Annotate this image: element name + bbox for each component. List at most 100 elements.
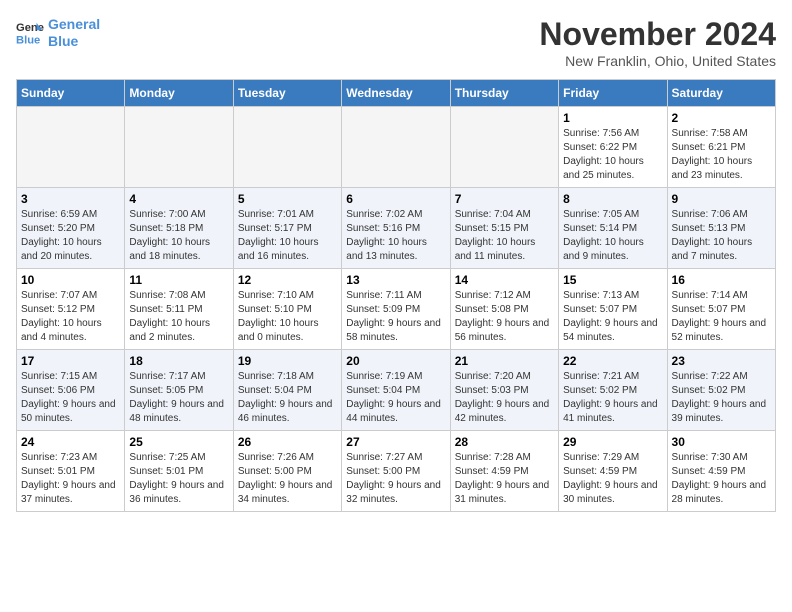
calendar-cell: 24Sunrise: 7:23 AM Sunset: 5:01 PM Dayli… <box>17 431 125 512</box>
day-detail: Sunrise: 7:27 AM Sunset: 5:00 PM Dayligh… <box>346 451 445 507</box>
calendar-cell: 12 Sunrise: 7:10 AM Sunset: 5:10 PM Dayli… <box>233 269 341 350</box>
calendar-cell: 13 Sunrise: 7:11 AM Sunset: 5:09 PM Dayli… <box>342 269 450 350</box>
calendar-cell: 20 Sunrise: 7:19 AM Sunset: 5:04 PM Dayli… <box>342 350 450 431</box>
day-number: 12 <box>238 273 337 287</box>
day-number: 2 <box>672 111 771 125</box>
day-number: 16 <box>672 273 771 287</box>
calendar-cell: 4 Sunrise: 7:00 AM Sunset: 5:18 PM Daylig… <box>125 188 233 269</box>
day-number: 3 <box>21 192 120 206</box>
day-detail: Sunrise: 7:10 AM Sunset: 5:10 PM Dayligh… <box>238 289 337 345</box>
day-detail: Sunrise: 7:22 AM Sunset: 5:02 PM Dayligh… <box>672 370 771 426</box>
day-number: 6 <box>346 192 445 206</box>
calendar-cell: 25Sunrise: 7:25 AM Sunset: 5:01 PM Dayli… <box>125 431 233 512</box>
day-number: 21 <box>455 354 554 368</box>
calendar-cell: 30Sunrise: 7:30 AM Sunset: 4:59 PM Dayli… <box>667 431 775 512</box>
calendar-cell <box>125 107 233 188</box>
day-detail: Sunrise: 7:15 AM Sunset: 5:06 PM Dayligh… <box>21 370 120 426</box>
day-number: 27 <box>346 435 445 449</box>
calendar-cell <box>17 107 125 188</box>
calendar-cell: 23 Sunrise: 7:22 AM Sunset: 5:02 PM Dayli… <box>667 350 775 431</box>
calendar-cell: 14 Sunrise: 7:12 AM Sunset: 5:08 PM Dayli… <box>450 269 558 350</box>
calendar-cell <box>233 107 341 188</box>
day-detail: Sunrise: 7:58 AM Sunset: 6:21 PM Dayligh… <box>672 127 771 183</box>
weekday-header-friday: Friday <box>559 80 667 107</box>
day-number: 29 <box>563 435 662 449</box>
calendar-cell: 17 Sunrise: 7:15 AM Sunset: 5:06 PM Dayli… <box>17 350 125 431</box>
day-number: 19 <box>238 354 337 368</box>
day-detail: Sunrise: 7:20 AM Sunset: 5:03 PM Dayligh… <box>455 370 554 426</box>
day-detail: Sunrise: 7:21 AM Sunset: 5:02 PM Dayligh… <box>563 370 662 426</box>
day-number: 24 <box>21 435 120 449</box>
day-detail: Sunrise: 7:01 AM Sunset: 5:17 PM Dayligh… <box>238 208 337 264</box>
day-number: 10 <box>21 273 120 287</box>
week-row-2: 3 Sunrise: 6:59 AM Sunset: 5:20 PM Daylig… <box>17 188 776 269</box>
day-detail: Sunrise: 7:06 AM Sunset: 5:13 PM Dayligh… <box>672 208 771 264</box>
day-number: 5 <box>238 192 337 206</box>
calendar-cell: 21 Sunrise: 7:20 AM Sunset: 5:03 PM Dayli… <box>450 350 558 431</box>
calendar-cell <box>342 107 450 188</box>
calendar: SundayMondayTuesdayWednesdayThursdayFrid… <box>16 79 776 512</box>
day-number: 1 <box>563 111 662 125</box>
day-number: 22 <box>563 354 662 368</box>
calendar-cell: 29 Sunrise: 7:29 AM Sunset: 4:59 PM Dayli… <box>559 431 667 512</box>
weekday-header-sunday: Sunday <box>17 80 125 107</box>
calendar-cell: 7 Sunrise: 7:04 AM Sunset: 5:15 PM Daylig… <box>450 188 558 269</box>
day-number: 28 <box>455 435 554 449</box>
calendar-cell: 10Sunrise: 7:07 AM Sunset: 5:12 PM Dayli… <box>17 269 125 350</box>
calendar-cell: 8Sunrise: 7:05 AM Sunset: 5:14 PM Daylig… <box>559 188 667 269</box>
week-row-1: 1 Sunrise: 7:56 AM Sunset: 6:22 PM Daylig… <box>17 107 776 188</box>
day-number: 20 <box>346 354 445 368</box>
day-number: 11 <box>129 273 228 287</box>
day-detail: Sunrise: 7:17 AM Sunset: 5:05 PM Dayligh… <box>129 370 228 426</box>
calendar-cell: 27 Sunrise: 7:27 AM Sunset: 5:00 PM Dayli… <box>342 431 450 512</box>
title-section: November 2024 New Franklin, Ohio, United… <box>539 16 776 69</box>
calendar-cell: 1 Sunrise: 7:56 AM Sunset: 6:22 PM Daylig… <box>559 107 667 188</box>
day-number: 25 <box>129 435 228 449</box>
day-detail: Sunrise: 7:11 AM Sunset: 5:09 PM Dayligh… <box>346 289 445 345</box>
calendar-cell: 15Sunrise: 7:13 AM Sunset: 5:07 PM Dayli… <box>559 269 667 350</box>
page-header: General Blue GeneralBlue November 2024 N… <box>16 16 776 69</box>
day-detail: Sunrise: 7:08 AM Sunset: 5:11 PM Dayligh… <box>129 289 228 345</box>
day-detail: Sunrise: 7:26 AM Sunset: 5:00 PM Dayligh… <box>238 451 337 507</box>
calendar-cell: 16 Sunrise: 7:14 AM Sunset: 5:07 PM Dayli… <box>667 269 775 350</box>
day-number: 13 <box>346 273 445 287</box>
calendar-cell: 5 Sunrise: 7:01 AM Sunset: 5:17 PM Daylig… <box>233 188 341 269</box>
weekday-header-saturday: Saturday <box>667 80 775 107</box>
calendar-cell: 26 Sunrise: 7:26 AM Sunset: 5:00 PM Dayli… <box>233 431 341 512</box>
calendar-cell: 28Sunrise: 7:28 AM Sunset: 4:59 PM Dayli… <box>450 431 558 512</box>
day-number: 18 <box>129 354 228 368</box>
day-number: 30 <box>672 435 771 449</box>
week-row-4: 17 Sunrise: 7:15 AM Sunset: 5:06 PM Dayli… <box>17 350 776 431</box>
weekday-header-row: SundayMondayTuesdayWednesdayThursdayFrid… <box>17 80 776 107</box>
day-number: 7 <box>455 192 554 206</box>
day-detail: Sunrise: 7:05 AM Sunset: 5:14 PM Dayligh… <box>563 208 662 264</box>
day-number: 23 <box>672 354 771 368</box>
day-detail: Sunrise: 7:02 AM Sunset: 5:16 PM Dayligh… <box>346 208 445 264</box>
day-detail: Sunrise: 7:00 AM Sunset: 5:18 PM Dayligh… <box>129 208 228 264</box>
day-detail: Sunrise: 7:56 AM Sunset: 6:22 PM Dayligh… <box>563 127 662 183</box>
svg-text:Blue: Blue <box>16 34 40 46</box>
day-detail: Sunrise: 7:29 AM Sunset: 4:59 PM Dayligh… <box>563 451 662 507</box>
day-detail: Sunrise: 7:19 AM Sunset: 5:04 PM Dayligh… <box>346 370 445 426</box>
day-number: 9 <box>672 192 771 206</box>
day-detail: Sunrise: 7:04 AM Sunset: 5:15 PM Dayligh… <box>455 208 554 264</box>
day-detail: Sunrise: 7:13 AM Sunset: 5:07 PM Dayligh… <box>563 289 662 345</box>
weekday-header-thursday: Thursday <box>450 80 558 107</box>
calendar-cell: 22 Sunrise: 7:21 AM Sunset: 5:02 PM Dayli… <box>559 350 667 431</box>
weekday-header-wednesday: Wednesday <box>342 80 450 107</box>
week-row-5: 24Sunrise: 7:23 AM Sunset: 5:01 PM Dayli… <box>17 431 776 512</box>
day-detail: Sunrise: 6:59 AM Sunset: 5:20 PM Dayligh… <box>21 208 120 264</box>
day-detail: Sunrise: 7:12 AM Sunset: 5:08 PM Dayligh… <box>455 289 554 345</box>
day-detail: Sunrise: 7:14 AM Sunset: 5:07 PM Dayligh… <box>672 289 771 345</box>
day-number: 4 <box>129 192 228 206</box>
calendar-cell: 19Sunrise: 7:18 AM Sunset: 5:04 PM Dayli… <box>233 350 341 431</box>
logo-text: GeneralBlue <box>48 16 100 50</box>
day-number: 14 <box>455 273 554 287</box>
day-number: 26 <box>238 435 337 449</box>
week-row-3: 10Sunrise: 7:07 AM Sunset: 5:12 PM Dayli… <box>17 269 776 350</box>
calendar-cell: 2 Sunrise: 7:58 AM Sunset: 6:21 PM Daylig… <box>667 107 775 188</box>
day-number: 17 <box>21 354 120 368</box>
calendar-cell <box>450 107 558 188</box>
calendar-cell: 18 Sunrise: 7:17 AM Sunset: 5:05 PM Dayli… <box>125 350 233 431</box>
location: New Franklin, Ohio, United States <box>539 53 776 69</box>
